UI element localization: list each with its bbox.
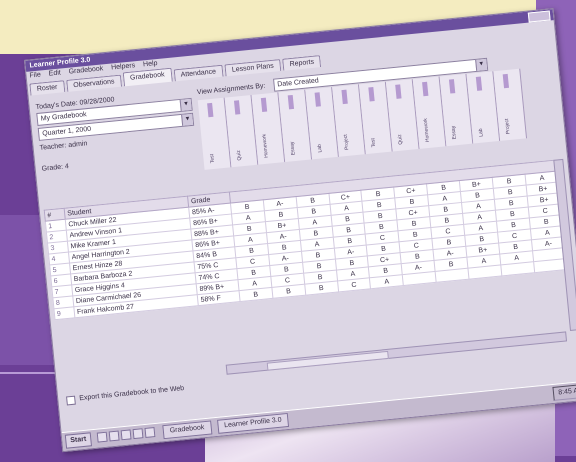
scroll-thumb[interactable] xyxy=(266,350,389,371)
term-select-value: Quarter 1, 2000 xyxy=(41,125,92,138)
assignment-label: Quiz xyxy=(397,134,405,145)
tab-lesson-plans[interactable]: Lesson Plans xyxy=(224,59,282,77)
window-controls[interactable] xyxy=(527,10,551,23)
assignment-marker xyxy=(207,102,214,118)
tab-reports[interactable]: Reports xyxy=(282,55,322,71)
assignment-label: Homework xyxy=(422,117,431,143)
quick-launch-icon[interactable] xyxy=(108,430,120,442)
tab-observations[interactable]: Observations xyxy=(65,74,122,92)
assignment-marker xyxy=(287,94,295,110)
export-checkbox[interactable] xyxy=(65,395,76,405)
tab-roster[interactable]: Roster xyxy=(29,80,65,96)
quick-launch-icon[interactable] xyxy=(96,431,108,443)
assignment-label: Project xyxy=(504,118,512,135)
taskbar-clock: 8:45 AM xyxy=(552,383,576,401)
horizontal-scrollbar[interactable] xyxy=(225,331,568,375)
chevron-down-icon[interactable]: ▼ xyxy=(179,98,192,111)
assignment-marker xyxy=(233,100,241,115)
grade-cell[interactable] xyxy=(468,264,502,280)
assignment-marker xyxy=(341,89,348,105)
app-window: Learner Profile 3.0 File Edit Gradebook … xyxy=(24,8,576,453)
view-by-value: Date Created xyxy=(277,77,320,89)
assignment-label: Essay xyxy=(289,141,297,156)
grade-cell[interactable] xyxy=(402,271,437,286)
quick-launch-icon[interactable] xyxy=(132,428,144,440)
taskbar-learner-profile[interactable]: Learner Profile 3.0 xyxy=(216,412,290,434)
assignment-marker xyxy=(448,79,456,94)
assignment-label: Project xyxy=(342,134,351,151)
chevron-down-icon[interactable]: ▼ xyxy=(181,113,194,126)
assignment-label: Test xyxy=(370,137,378,148)
row-number: 9 xyxy=(53,306,76,320)
assignment-marker xyxy=(314,92,321,107)
assignment-label: Quiz xyxy=(235,149,243,161)
assignment-marker xyxy=(395,84,402,99)
menu-file[interactable]: File xyxy=(29,70,41,81)
tab-attendance[interactable]: Attendance xyxy=(173,64,224,82)
export-checkbox-label: Export this Gradebook to the Web xyxy=(78,384,185,403)
assignment-marker xyxy=(260,97,268,113)
class-select-value: My Gradebook xyxy=(40,111,87,123)
assignment-marker xyxy=(502,73,510,89)
quick-launch xyxy=(96,427,158,445)
assignment-marker xyxy=(422,81,429,97)
export-option: Export this Gradebook to the Web xyxy=(65,383,185,406)
assignment-label: Essay xyxy=(450,125,458,140)
grade-cell[interactable]: C xyxy=(337,277,371,292)
start-button[interactable]: Start xyxy=(64,432,92,449)
assignment-marker xyxy=(475,76,483,91)
assignment-label: Lab xyxy=(316,143,324,153)
grade-level-label: Grade: 4 xyxy=(41,163,70,173)
grade-cell[interactable] xyxy=(500,261,535,276)
grade-cell[interactable]: B xyxy=(238,287,273,302)
grade-cell[interactable] xyxy=(435,268,470,283)
taskbar-gradebook[interactable]: Gradebook xyxy=(162,420,213,440)
menu-edit[interactable]: Edit xyxy=(48,68,61,79)
grade-cell[interactable]: A xyxy=(369,274,404,289)
assignment-label: Lab xyxy=(477,128,485,137)
assignment-marker xyxy=(368,87,375,102)
grade-cell[interactable]: B xyxy=(304,281,339,296)
assignment-column[interactable]: Project xyxy=(493,68,528,141)
assignment-label: Homework xyxy=(261,133,270,159)
assignment-label: Test xyxy=(209,153,216,164)
quick-launch-icon[interactable] xyxy=(144,427,156,438)
chevron-down-icon[interactable]: ▼ xyxy=(474,58,487,71)
quick-launch-icon[interactable] xyxy=(120,429,132,441)
grade-cell[interactable]: B xyxy=(271,284,306,299)
